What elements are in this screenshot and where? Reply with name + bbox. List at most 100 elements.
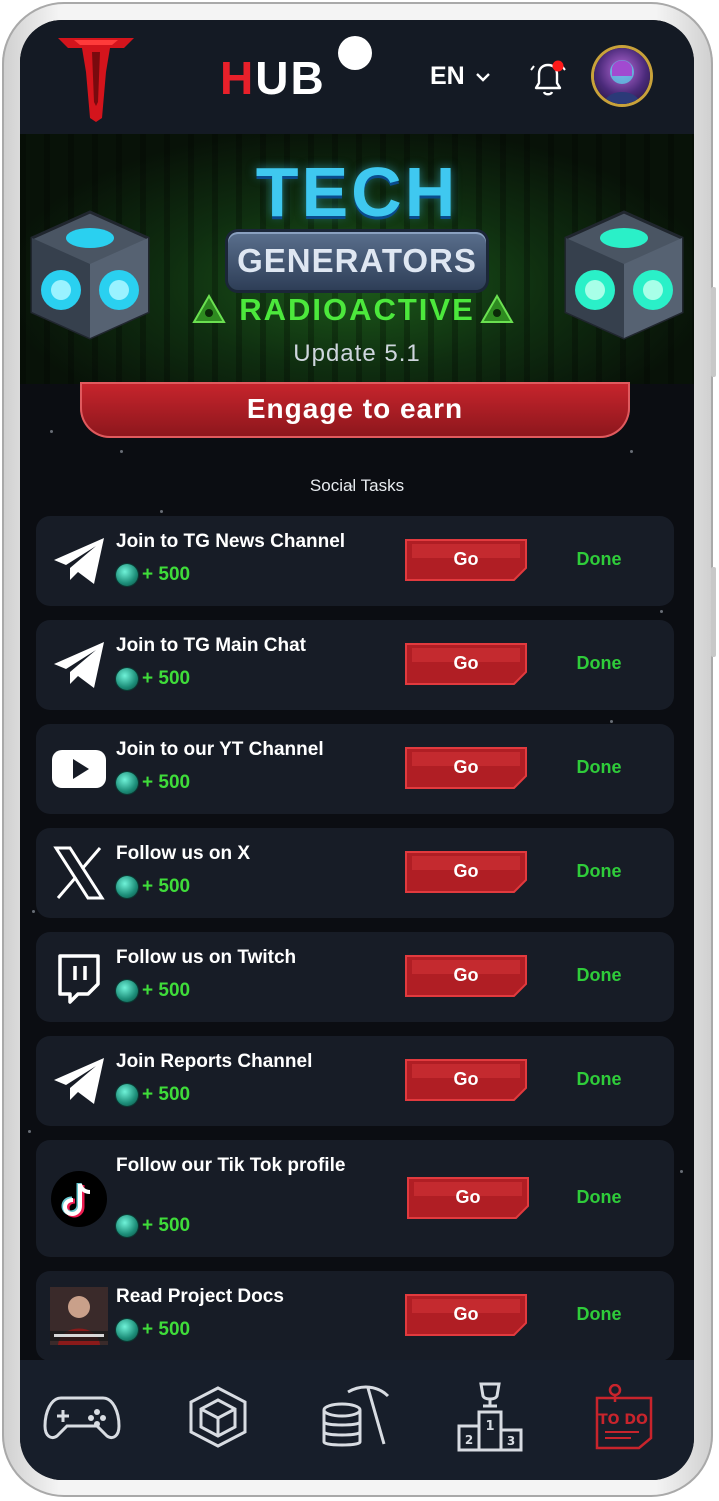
status-done: Done: [576, 549, 622, 569]
twitch-icon: [50, 948, 108, 1006]
go-button[interactable]: Go: [404, 850, 528, 894]
status-done: Done: [576, 861, 622, 881]
telegram-icon: [50, 532, 108, 590]
go-button[interactable]: Go: [406, 1176, 530, 1220]
coin-icon: [116, 980, 138, 1002]
reward-amount: + 500: [142, 1084, 191, 1105]
task-card: Join to our YT Channel + 500 Go Done: [36, 724, 674, 814]
go-label: Go: [453, 965, 479, 985]
nav-leaderboard[interactable]: 12 3: [450, 1382, 530, 1452]
nav-cube[interactable]: [178, 1382, 258, 1452]
leaderboard-icon: 12 3: [457, 1382, 523, 1452]
task-card: Read Project Docs + 500 Go Done: [36, 1271, 674, 1361]
coin-icon: [116, 564, 138, 586]
telegram-icon: [50, 1052, 108, 1110]
podium-number-3: 3: [507, 1434, 515, 1448]
podium-number-1: 1: [485, 1419, 494, 1434]
status-done: Done: [576, 1304, 622, 1324]
top-bar: HUB EN: [20, 20, 694, 134]
task-title: Follow us on X: [116, 843, 251, 864]
podium-number-2: 2: [465, 1433, 473, 1447]
task-title: Join to TG News Channel: [116, 531, 346, 552]
task-title: Follow us on Twitch: [116, 947, 297, 968]
status-done: Done: [576, 965, 622, 985]
coin-icon: [116, 876, 138, 898]
hub-title-rest: UB: [255, 52, 326, 104]
task-card: Join to TG Main Chat + 500 Go Done: [36, 620, 674, 710]
volume-button: [711, 287, 716, 377]
reward-amount: + 500: [142, 1319, 191, 1340]
hub-title-h: H: [220, 52, 256, 104]
task-card: Follow us on Twitch + 500 Go Done: [36, 932, 674, 1022]
promo-banner[interactable]: TECH GENERATORS RADIOACTIVE Update 5.1: [20, 134, 694, 384]
task-title: Join to TG Main Chat: [116, 635, 306, 656]
task-title: Join to our YT Channel: [116, 739, 324, 760]
task-title: Read Project Docs: [116, 1286, 284, 1307]
task-card: Follow us on X + 500 Go Done: [36, 828, 674, 918]
todo-label: TO DO: [598, 1412, 648, 1428]
reward-amount: + 500: [142, 876, 191, 897]
status-done: Done: [576, 653, 622, 673]
reward-amount: + 500: [142, 980, 191, 1001]
banner-subtitle: GENERATORS: [237, 242, 477, 279]
coin-icon: [116, 772, 138, 794]
cube-icon: [189, 1386, 247, 1448]
banner-update: Update 5.1: [293, 340, 421, 367]
task-reward: + 500: [116, 980, 190, 1002]
nav-mining[interactable]: [314, 1382, 394, 1452]
section-title: Social Tasks: [309, 476, 405, 495]
task-reward: + 500: [116, 564, 190, 586]
task-reward: + 500: [116, 876, 190, 898]
task-card: Join Reports Channel + 500 Go Done: [36, 1036, 674, 1126]
docs-thumbnail: [50, 1287, 108, 1345]
hub-title: HUB: [220, 50, 326, 106]
mining-icon: [322, 1385, 390, 1447]
todo-icon: TO DO: [595, 1384, 653, 1450]
bottom-nav: 12 3 TO DO: [20, 1360, 694, 1480]
task-reward: + 500: [116, 1319, 190, 1341]
go-label: Go: [453, 861, 479, 881]
avatar[interactable]: [594, 48, 650, 104]
go-label: Go: [453, 549, 479, 569]
language-label: EN: [430, 62, 465, 90]
camera-cutout: [338, 36, 372, 70]
bell-icon[interactable]: [526, 56, 570, 100]
coin-icon: [116, 668, 138, 690]
tiktok-icon: [50, 1170, 108, 1228]
task-reward: + 500: [116, 1084, 190, 1106]
chevron-down-icon: [475, 72, 490, 82]
go-label: Go: [455, 1187, 481, 1207]
banner-title: TECH: [255, 153, 459, 231]
status-done: Done: [576, 757, 622, 777]
coin-icon: [116, 1319, 138, 1341]
go-button[interactable]: Go: [404, 746, 528, 790]
engage-to-earn-button[interactable]: Engage to earn: [80, 382, 630, 438]
go-button[interactable]: Go: [404, 1293, 528, 1337]
reward-amount: + 500: [142, 668, 191, 689]
app-screen: HUB EN TECH GENERATORS RADIOACTIVE Updat…: [20, 20, 694, 1480]
go-label: Go: [453, 653, 479, 673]
reward-amount: + 500: [142, 1215, 191, 1236]
power-button: [711, 567, 716, 657]
task-title: Join Reports Channel: [116, 1051, 313, 1072]
telegram-icon: [50, 636, 108, 694]
task-card: Follow our Tik Tok profile + 500 Go Done: [36, 1140, 674, 1257]
go-button[interactable]: Go: [404, 642, 528, 686]
go-button[interactable]: Go: [404, 1058, 528, 1102]
banner-tag: RADIOACTIVE: [239, 292, 475, 327]
task-reward: + 500: [116, 668, 190, 690]
coin-icon: [116, 1215, 138, 1237]
go-label: Go: [453, 1069, 479, 1089]
gamepad-icon: [43, 1396, 121, 1440]
go-button[interactable]: Go: [404, 954, 528, 998]
language-selector[interactable]: EN: [430, 62, 491, 91]
task-card: Join to TG News Channel + 500 Go Done: [36, 516, 674, 606]
task-list: Join to TG News Channel + 500 Go Done Jo…: [36, 516, 676, 1375]
nav-games[interactable]: [42, 1382, 122, 1452]
youtube-icon: [50, 740, 108, 798]
task-reward: + 500: [116, 1215, 190, 1237]
reward-amount: + 500: [142, 564, 191, 585]
logo-icon[interactable]: [54, 32, 138, 124]
go-button[interactable]: Go: [404, 538, 528, 582]
nav-todo[interactable]: TO DO: [586, 1382, 666, 1452]
